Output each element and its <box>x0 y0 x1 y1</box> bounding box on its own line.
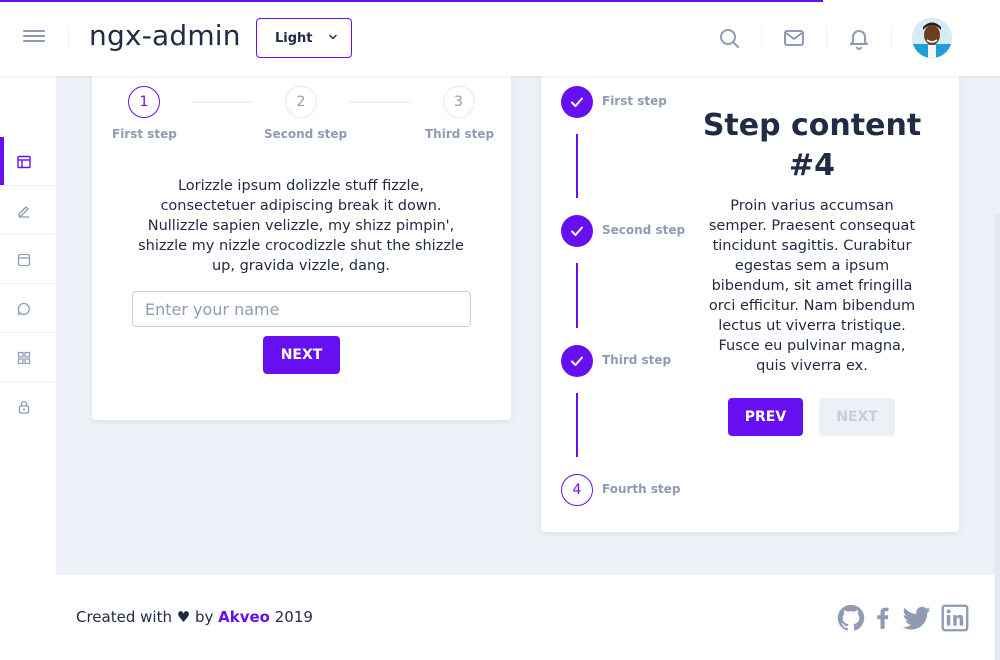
checkmark-icon <box>571 356 583 366</box>
v-step-label: Fourth step <box>602 482 681 496</box>
v-step-connector <box>576 393 578 457</box>
linkedin-icon[interactable] <box>941 603 969 633</box>
h-step-3[interactable]: 3 Third step <box>425 86 495 141</box>
name-input[interactable] <box>132 291 471 327</box>
header-divider <box>761 27 762 49</box>
footer-credits: Created with ♥ by Akveo 2019 <box>76 608 313 626</box>
twitter-icon[interactable] <box>901 603 933 633</box>
sidebar-item-ui-features[interactable] <box>0 235 56 284</box>
checkmark-icon <box>571 226 583 236</box>
step-content-title: Step content #4 <box>702 108 922 183</box>
v-step-circle <box>561 86 593 118</box>
prev-button[interactable]: PREV <box>728 398 803 436</box>
bell-icon[interactable] <box>847 26 871 50</box>
sidebar-item-forms[interactable] <box>0 186 56 235</box>
avatar-image <box>912 18 952 58</box>
footer-company-link[interactable]: Akveo <box>218 608 270 626</box>
user-avatar[interactable] <box>912 18 952 58</box>
v-step-number: 4 <box>561 474 593 506</box>
grid-icon <box>17 351 31 365</box>
h-step-label: Third step <box>425 127 495 141</box>
checkmark-icon <box>571 97 583 107</box>
loading-progress-bar <box>0 0 823 2</box>
step-content-text: Proin varius accumsan semper. Praesent c… <box>708 198 916 374</box>
message-icon <box>17 302 30 316</box>
sidebar-item-modal-overlays[interactable] <box>0 284 56 333</box>
h-step-number: 1 <box>128 86 160 118</box>
h-step-connector <box>192 101 253 103</box>
facebook-icon[interactable] <box>870 603 896 633</box>
theme-select[interactable]: Light <box>256 18 352 58</box>
h-step-connector <box>349 101 410 103</box>
v-step-label: Third step <box>602 353 672 367</box>
sidebar-item-layout[interactable] <box>0 137 56 186</box>
next-button-disabled[interactable]: NEXT <box>819 398 895 436</box>
h-step-number: 3 <box>442 86 475 118</box>
next-button[interactable]: NEXT <box>263 336 340 374</box>
header: ngx-admin Light <box>0 0 1000 76</box>
v-step-circle <box>561 215 593 247</box>
sidebar-item-auth[interactable] <box>0 382 56 431</box>
step-content-text: Lorizzle ipsum dolizzle stuff fizzle, co… <box>138 178 464 274</box>
browser-icon <box>17 253 31 267</box>
chevron-down-icon <box>329 34 337 40</box>
github-icon[interactable] <box>836 603 866 633</box>
v-step-label: First step <box>602 94 667 108</box>
edit-icon <box>18 206 29 218</box>
header-divider <box>68 27 69 49</box>
sidebar <box>0 76 56 660</box>
v-step-label: Second step <box>602 223 686 237</box>
lock-icon <box>18 400 30 414</box>
h-step-1[interactable]: 1 First step <box>112 86 177 141</box>
header-divider <box>891 27 892 49</box>
menu-icon[interactable] <box>22 27 46 49</box>
h-step-label: Second step <box>264 127 348 141</box>
h-step-label: First step <box>112 127 177 141</box>
footer-year: 2019 <box>274 608 313 626</box>
h-step-2[interactable]: 2 Second step <box>264 86 348 141</box>
layout-icon <box>17 155 31 169</box>
scrollbar-thumb[interactable] <box>995 214 1000 660</box>
v-step-connector <box>576 263 578 328</box>
footer: Created with ♥ by Akveo 2019 <box>56 575 995 660</box>
h-step-number: 2 <box>285 86 317 118</box>
header-divider <box>826 27 827 49</box>
v-step-circle <box>561 345 593 377</box>
theme-select-value: Light <box>275 31 313 46</box>
v-step-connector <box>576 134 578 198</box>
search-icon[interactable] <box>717 26 741 50</box>
app-logo[interactable]: ngx-admin <box>89 19 241 52</box>
sidebar-item-extra-components[interactable] <box>0 333 56 382</box>
mail-icon[interactable] <box>782 26 806 50</box>
footer-created-with: Created with ♥ by <box>76 608 214 626</box>
